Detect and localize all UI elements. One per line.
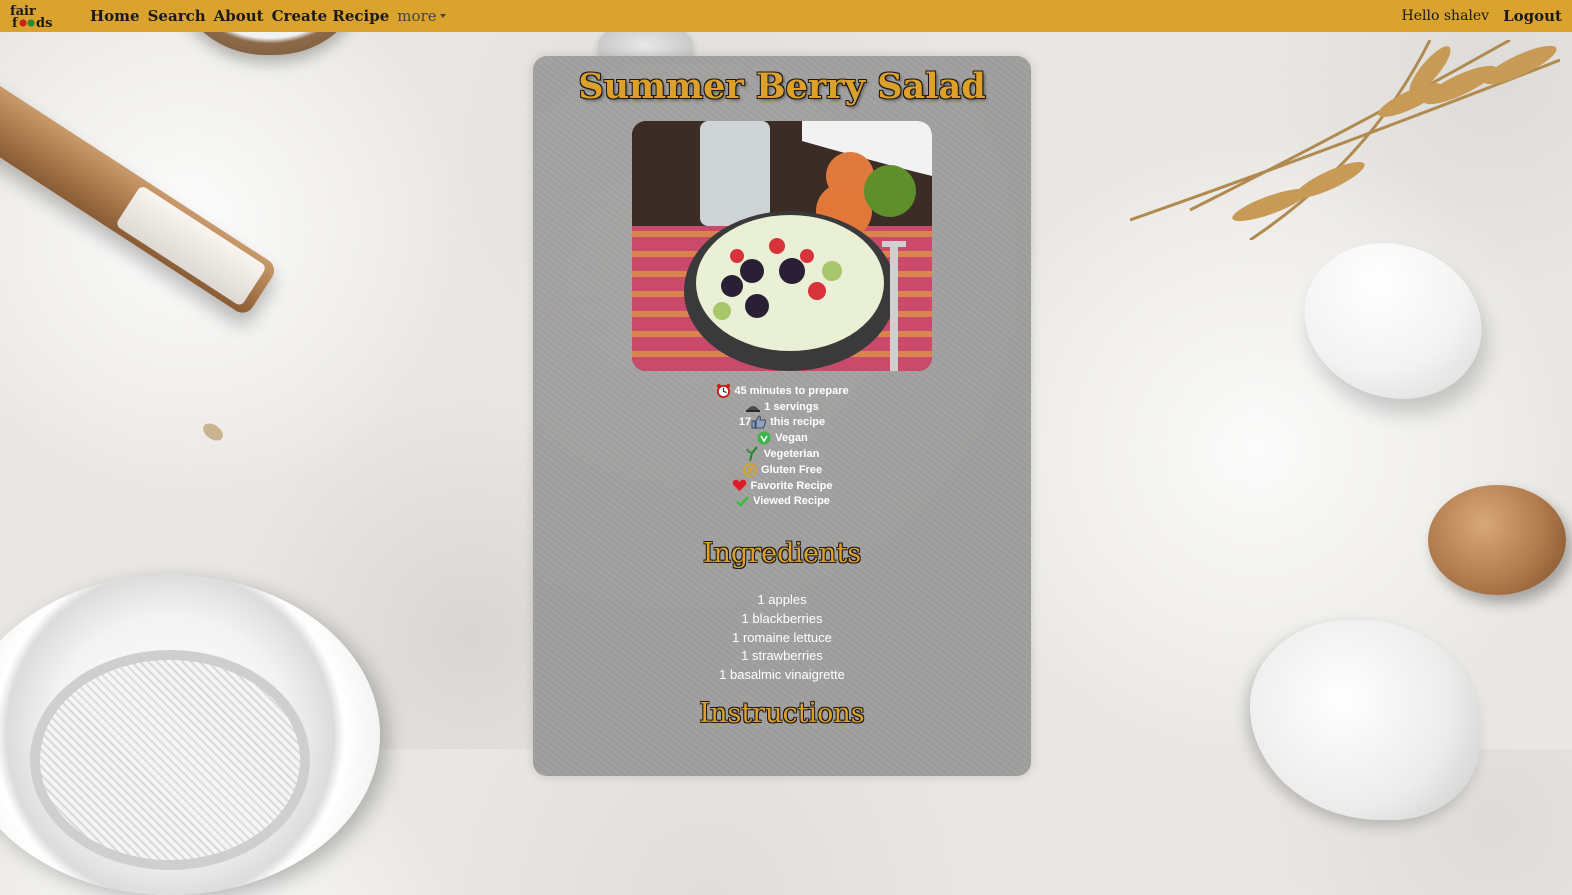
nav-user-area: Hello shalev Logout <box>1402 7 1572 25</box>
instructions-heading: Instructions <box>699 698 865 729</box>
tag-label: Vegan <box>775 432 808 445</box>
tag-label: Vegeterian <box>763 448 820 461</box>
nav-search-link[interactable]: Search <box>148 7 206 25</box>
walnut-decoration <box>1428 485 1566 595</box>
salad-bowl-image <box>632 121 932 371</box>
likes-row: 17 this recipe <box>533 415 1031 431</box>
caret-down-icon <box>439 14 446 18</box>
wheat-decoration <box>1130 40 1560 240</box>
seed-decoration <box>199 419 227 445</box>
alarm-clock-icon <box>715 384 731 399</box>
likes-count: 17 <box>738 416 752 429</box>
tag-row: Vegan <box>533 430 1031 446</box>
ingredients-heading: Ingredients <box>702 538 862 569</box>
ingredient-item: 1 strawberries <box>741 648 823 664</box>
thumbs-up-icon[interactable] <box>751 415 767 429</box>
vegan-icon <box>756 431 772 445</box>
vegetarian-sprout-icon <box>745 446 761 462</box>
nav-links: Home Search About Create Recipe more <box>90 7 454 25</box>
recipe-title: Summer Berry Salad <box>578 66 986 107</box>
tag-label: Viewed Recipe <box>753 495 830 508</box>
ingredient-item: 1 blackberries <box>741 610 823 626</box>
sieve-decoration <box>30 650 310 870</box>
ingredient-item: 1 romaine lettuce <box>732 629 832 645</box>
servings-text: 1 servings <box>764 400 819 413</box>
nav-more-dropdown[interactable]: more <box>397 7 446 25</box>
nav-home-link[interactable]: Home <box>90 7 140 25</box>
tag-row: Vegeterian <box>533 446 1031 462</box>
heart-icon[interactable] <box>732 479 748 493</box>
likes-suffix: this recipe <box>770 416 826 429</box>
nav-more-label: more <box>397 7 437 25</box>
egg-decoration <box>1282 218 1504 424</box>
rolling-pin-decoration <box>0 60 279 318</box>
tag-label: Gluten Free <box>760 463 823 476</box>
flour-scoop-decoration <box>1250 620 1480 820</box>
svg-text:ds: ds <box>36 16 52 29</box>
recipe-card: Summer Berry Salad 45 minutes to prepare… <box>533 56 1031 776</box>
checkmark-icon <box>734 494 750 508</box>
tag-row: Gluten Free <box>533 462 1031 478</box>
prep-time-text: 45 minutes to prepare <box>734 384 849 397</box>
tag-row: Favorite Recipe <box>533 478 1031 494</box>
tag-row: Viewed Recipe <box>533 494 1031 510</box>
ingredient-item: 1 apples <box>757 592 807 607</box>
logo-icon: fair f ds <box>10 4 52 31</box>
servings-row: 1 servings <box>533 399 1031 415</box>
ingredient-item: 1 basalmic vinaigrette <box>719 667 845 683</box>
nav-about-link[interactable]: About <box>214 7 264 25</box>
recipe-meta: 45 minutes to prepare 1 servings 17 this… <box>533 383 1031 509</box>
prep-time-row: 45 minutes to prepare <box>533 383 1031 399</box>
nav-create-recipe-link[interactable]: Create Recipe <box>272 7 390 25</box>
serving-dish-icon <box>745 400 761 414</box>
recipe-photo <box>632 121 932 371</box>
fair-foods-logo[interactable]: fair f ds <box>8 3 70 31</box>
logout-link[interactable]: Logout <box>1503 7 1562 25</box>
tag-label: Favorite Recipe <box>750 479 833 492</box>
user-greeting: Hello shalev <box>1401 8 1490 24</box>
ingredients-list: 1 apples 1 blackberries 1 romaine lettuc… <box>533 591 1031 685</box>
top-navbar: fair f ds Home Search About Create Recip… <box>0 0 1572 32</box>
gluten-free-icon <box>742 463 758 477</box>
